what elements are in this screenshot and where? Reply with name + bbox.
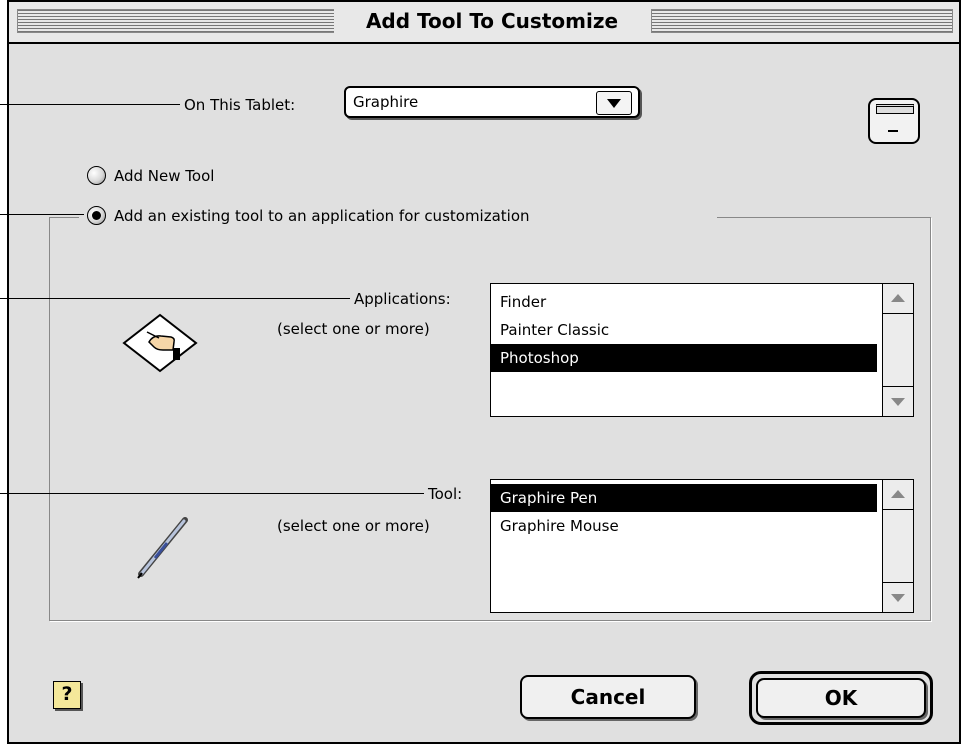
applications-hint: (select one or more) (277, 320, 430, 338)
applications-label: Applications: (354, 290, 451, 308)
add-tool-dialog: Add Tool To Customize On This Tablet: Gr… (7, 0, 961, 744)
callout-line (0, 104, 180, 105)
radio-add-new-tool[interactable] (87, 166, 106, 185)
tablet-icon (868, 98, 920, 144)
triangle-down-icon[interactable] (596, 91, 632, 115)
callout-line (0, 298, 350, 299)
tool-scrollbar[interactable] (882, 480, 913, 612)
list-item[interactable]: Painter Classic (491, 316, 877, 344)
help-icon[interactable]: ? (53, 681, 81, 709)
list-item[interactable]: Finder (491, 288, 877, 316)
applications-scrollbar[interactable] (882, 284, 913, 416)
applications-listbox[interactable]: Finder Painter Classic Photoshop (490, 283, 914, 417)
title-bar-stripes-left (17, 9, 335, 33)
title-bar-stripes-right (651, 9, 953, 33)
tool-label: Tool: (428, 485, 463, 503)
title-bar[interactable]: Add Tool To Customize (9, 2, 959, 44)
pen-icon (137, 517, 188, 579)
window-title: Add Tool To Customize (334, 9, 650, 33)
callout-line (0, 493, 424, 494)
cancel-button[interactable]: Cancel (520, 675, 696, 719)
callout-line (0, 214, 84, 215)
scroll-up-arrow-icon[interactable] (883, 480, 913, 510)
scroll-down-arrow-icon[interactable] (883, 386, 913, 416)
list-item[interactable]: Graphire Mouse (491, 512, 877, 540)
tablet-label: On This Tablet: (184, 96, 296, 114)
tablet-popup[interactable]: Graphire (344, 86, 640, 118)
ok-button[interactable]: OK (756, 678, 926, 718)
scroll-down-arrow-icon[interactable] (883, 582, 913, 612)
radio-add-new-tool-label[interactable]: Add New Tool (114, 167, 214, 185)
list-item[interactable]: Photoshop (491, 344, 877, 372)
hand-document-icon (122, 313, 198, 373)
radio-add-existing-tool[interactable] (87, 206, 106, 225)
scroll-up-arrow-icon[interactable] (883, 284, 913, 314)
radio-add-existing-tool-label[interactable]: Add an existing tool to an application f… (114, 207, 530, 225)
tablet-popup-value: Graphire (353, 93, 419, 111)
tool-listbox[interactable]: Graphire Pen Graphire Mouse (490, 479, 914, 613)
list-item[interactable]: Graphire Pen (491, 484, 877, 512)
tool-hint: (select one or more) (277, 517, 430, 535)
